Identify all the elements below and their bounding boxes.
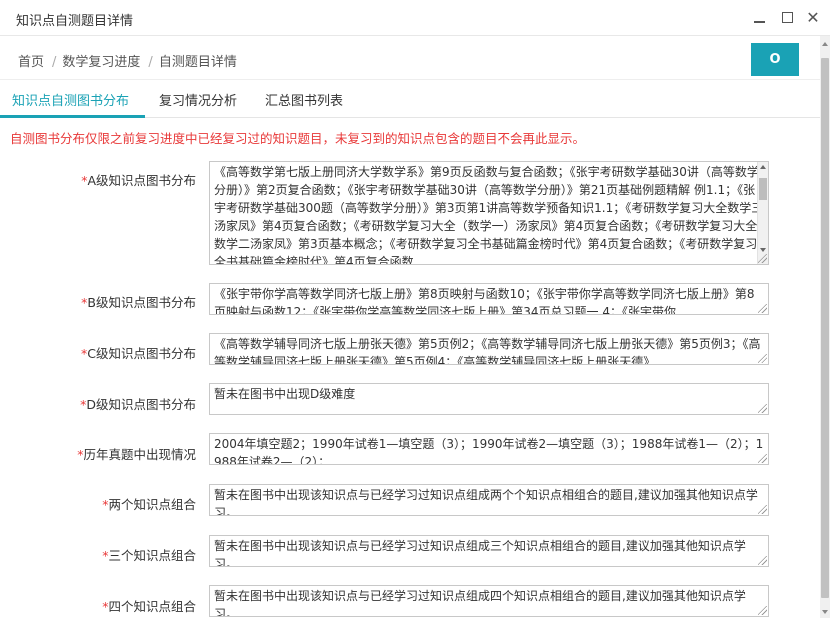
breadcrumb: 首页 / 数学复习进度 / 自测题目详情 [0, 36, 820, 80]
notice-text: 自测图书分布仅限之前复习进度中已经复习过的知识题目，未复习到的知识点包含的题目不… [10, 131, 586, 146]
field-label-text: C级知识点图书分布 [87, 346, 196, 361]
field-label-text: 历年真题中出现情况 [83, 447, 196, 462]
field-label-b: *B级知识点图书分布 [0, 292, 196, 311]
field-d-value: 暂未在图书中出现D级难度 [214, 387, 356, 401]
field-c-textarea[interactable]: 《高等数学辅导同济七版上册张天德》第5页例2；《高等数学辅导同济七版上册张天德》… [209, 333, 769, 365]
field-c-value: 《高等数学辅导同济七版上册张天德》第5页例2；《高等数学辅导同济七版上册张天德》… [214, 337, 761, 365]
tab-review-analysis[interactable]: 复习情况分析 [159, 90, 237, 109]
window-titlebar: 知识点自测题目详情 ✕ [0, 0, 830, 36]
resize-grip-icon[interactable] [758, 606, 767, 615]
breadcrumb-separator: / [148, 55, 153, 70]
tab-book-list[interactable]: 汇总图书列表 [265, 90, 343, 109]
resize-grip-icon[interactable] [758, 404, 767, 413]
breadcrumb-current: 自测题目详情 [158, 55, 237, 70]
window-title: 知识点自测题目详情 [16, 14, 134, 29]
resize-grip-icon[interactable] [758, 454, 767, 463]
field-label-text: 四个知识点组合 [108, 599, 196, 614]
breadcrumb-math-progress[interactable]: 数学复习进度 [62, 55, 140, 70]
active-tab-indicator [0, 115, 145, 118]
resize-grip-icon[interactable] [758, 505, 767, 514]
minimize-icon[interactable] [750, 9, 768, 27]
field-two-combo-textarea[interactable]: 暂未在图书中出现该知识点与已经学习过知识点组成两个个知识点相组合的题目,建议加强… [209, 484, 769, 516]
field-b-value: 《张宇带你学高等数学同济七版上册》第8页映射与函数10；《张宇带你学高等数学同济… [214, 287, 755, 315]
field-past-exams-value: 2004年填空题2；1990年试卷1—填空题（3）；1990年试卷2—填空题（3… [214, 437, 764, 465]
field-four-combo-value: 暂未在图书中出现该知识点与已经学习过知识点组成四个知识点相组合的题目,建议加强其… [214, 589, 746, 617]
maximize-icon[interactable] [778, 9, 796, 27]
page-scrollbar[interactable] [820, 36, 830, 618]
scroll-up-icon[interactable] [822, 42, 828, 46]
close-icon[interactable]: ✕ [804, 9, 822, 27]
scrollbar-thumb[interactable] [821, 58, 829, 598]
refresh-button[interactable]: O [751, 43, 799, 76]
scroll-down-icon[interactable] [822, 610, 828, 614]
tab-bar: 知识点自测图书分布 复习情况分析 汇总图书列表 [0, 82, 820, 118]
field-label-two-combo: *两个知识点组合 [0, 494, 196, 513]
resize-grip-icon[interactable] [758, 304, 767, 313]
breadcrumb-home[interactable]: 首页 [18, 55, 44, 70]
field-label-text: A级知识点图书分布 [87, 173, 196, 188]
resize-grip-icon[interactable] [758, 254, 767, 263]
field-d-textarea[interactable]: 暂未在图书中出现D级难度 [209, 383, 769, 415]
field-label-d: *D级知识点图书分布 [0, 394, 196, 413]
field-two-combo-value: 暂未在图书中出现该知识点与已经学习过知识点组成两个个知识点相组合的题目,建议加强… [214, 488, 758, 516]
field-three-combo-textarea[interactable]: 暂未在图书中出现该知识点与已经学习过知识点组成三个知识点相组合的题目,建议加强其… [209, 535, 769, 567]
field-b-textarea[interactable]: 《张宇带你学高等数学同济七版上册》第8页映射与函数10；《张宇带你学高等数学同济… [209, 283, 769, 315]
field-a-value: 《高等数学第七版上册同济大学数学系》第9页反函数与复合函数；《张宇考研数学基础3… [214, 165, 764, 265]
field-four-combo-textarea[interactable]: 暂未在图书中出现该知识点与已经学习过知识点组成四个知识点相组合的题目,建议加强其… [209, 585, 769, 617]
field-label-past-exams: *历年真题中出现情况 [0, 444, 196, 463]
resize-grip-icon[interactable] [758, 354, 767, 363]
tab-book-distribution[interactable]: 知识点自测图书分布 [12, 90, 129, 109]
field-label-text: D级知识点图书分布 [86, 397, 196, 412]
field-label-text: 两个知识点组合 [108, 497, 196, 512]
field-label-a: *A级知识点图书分布 [0, 170, 196, 189]
field-past-exams-textarea[interactable]: 2004年填空题2；1990年试卷1—填空题（3）；1990年试卷2—填空题（3… [209, 433, 769, 465]
field-scrollbar[interactable] [757, 162, 768, 264]
field-label-text: 三个知识点组合 [108, 548, 196, 563]
breadcrumb-separator: / [52, 55, 57, 70]
resize-grip-icon[interactable] [758, 556, 767, 565]
field-three-combo-value: 暂未在图书中出现该知识点与已经学习过知识点组成三个知识点相组合的题目,建议加强其… [214, 539, 746, 567]
field-label-four-combo: *四个知识点组合 [0, 596, 196, 615]
field-label-c: *C级知识点图书分布 [0, 343, 196, 362]
field-label-three-combo: *三个知识点组合 [0, 545, 196, 564]
field-label-text: B级知识点图书分布 [87, 295, 196, 310]
field-a-textarea[interactable]: 《高等数学第七版上册同济大学数学系》第9页反函数与复合函数；《张宇考研数学基础3… [209, 161, 769, 265]
